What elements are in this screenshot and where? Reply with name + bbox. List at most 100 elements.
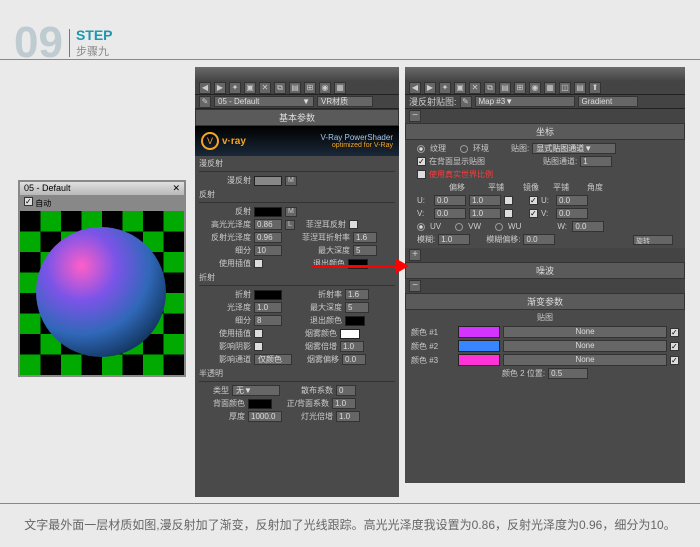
reflect-swatch[interactable] [254, 207, 282, 217]
nav-back-icon[interactable]: ◀ [199, 82, 211, 94]
clear-icon[interactable]: ✕ [259, 82, 271, 94]
gradient-collapse-button[interactable]: − [409, 280, 421, 292]
copy-icon[interactable]: ⧉ [274, 82, 286, 94]
u-tile-spinner[interactable]: 1.0 [469, 195, 501, 206]
trans-type-dropdown[interactable]: 无▼ [232, 385, 280, 396]
reflect-map-button[interactable]: M [285, 207, 297, 217]
m-nav-back-icon[interactable]: ◀ [409, 82, 421, 94]
color2-enable-checkbox[interactable] [670, 342, 679, 351]
affect-alpha-dropdown[interactable]: 仅颜色 [254, 354, 292, 365]
v-angle-spinner[interactable]: 0.0 [556, 208, 588, 219]
u-tile-checkbox[interactable] [529, 196, 538, 205]
color1-enable-checkbox[interactable] [670, 328, 679, 337]
refract-ior-spinner[interactable]: 1.6 [345, 289, 369, 300]
back-swatch[interactable] [248, 399, 272, 409]
fog-swatch[interactable] [340, 329, 360, 339]
u-angle-spinner[interactable]: 0.0 [556, 195, 588, 206]
map-type-dropdown[interactable]: Gradient [578, 96, 638, 107]
texture-radio[interactable] [417, 145, 425, 153]
m-assign-icon[interactable]: ▣ [454, 82, 466, 94]
rotate-button[interactable]: 旋转 [633, 235, 673, 245]
environment-radio[interactable] [460, 145, 468, 153]
m-lib-icon[interactable]: ▤ [574, 82, 586, 94]
color2-map-button[interactable]: None [503, 340, 667, 352]
highlight-gloss-spinner[interactable]: 0.86 [254, 219, 282, 230]
nav-fwd-icon[interactable]: ▶ [214, 82, 226, 94]
m-pick-icon[interactable]: ✦ [439, 82, 451, 94]
u-offset-spinner[interactable]: 0.0 [434, 195, 466, 206]
reflect-subdiv-spinner[interactable]: 10 [254, 245, 282, 256]
realworld-checkbox[interactable] [417, 170, 426, 179]
reflect-depth-spinner[interactable]: 5 [353, 245, 377, 256]
fb-spinner[interactable]: 1.0 [332, 398, 356, 409]
uv-radio[interactable] [417, 223, 425, 231]
color2-swatch[interactable] [458, 340, 500, 352]
refract-exit-swatch[interactable] [345, 316, 365, 326]
hl-lock-button[interactable]: L [285, 220, 295, 230]
vw-radio[interactable] [455, 223, 463, 231]
m-parent-icon[interactable]: ⬆ [589, 82, 601, 94]
coord-collapse-button[interactable]: − [409, 110, 421, 122]
coord-header[interactable]: 坐标 [405, 123, 685, 140]
paste-icon[interactable]: ▤ [289, 82, 301, 94]
reflect-interp-checkbox[interactable] [254, 259, 263, 268]
material-type-dropdown[interactable]: VR材质 [317, 96, 373, 107]
fresnel-ior-spinner[interactable]: 1.6 [353, 232, 377, 243]
color3-enable-checkbox[interactable] [670, 356, 679, 365]
map-channel-spinner[interactable]: 1 [580, 156, 612, 167]
diffuse-swatch[interactable] [254, 176, 282, 186]
map-name-dropdown[interactable]: Map #3▼ [475, 96, 575, 107]
m-clear-icon[interactable]: ✕ [469, 82, 481, 94]
diffuse-map-button[interactable]: M [285, 176, 297, 186]
m-copy-icon[interactable]: ⧉ [484, 82, 496, 94]
blur-offset-spinner[interactable]: 0.0 [523, 234, 555, 245]
material-name-dropdown[interactable]: 05 - Default▼ [214, 96, 314, 107]
affect-shadow-checkbox[interactable] [254, 342, 263, 351]
blur-spinner[interactable]: 1.0 [438, 234, 470, 245]
color1-swatch[interactable] [458, 326, 500, 338]
wu-radio[interactable] [495, 223, 503, 231]
v-tile-spinner[interactable]: 1.0 [469, 208, 501, 219]
refract-subdiv-spinner[interactable]: 8 [254, 315, 282, 326]
refract-depth-spinner[interactable]: 5 [345, 302, 369, 313]
refract-gloss-spinner[interactable]: 1.0 [254, 302, 282, 313]
basic-params-header[interactable]: 基本参数 [195, 109, 399, 126]
scatter-spinner[interactable]: 0 [336, 385, 356, 396]
fog-bias-spinner[interactable]: 0.0 [342, 354, 366, 365]
mapping-dropdown[interactable]: 显式贴图通道▼ [532, 143, 616, 154]
assign-icon[interactable]: ▣ [244, 82, 256, 94]
refract-swatch[interactable] [254, 290, 282, 300]
m-render-icon[interactable]: ▦ [544, 82, 556, 94]
m-dropper-icon[interactable]: ✎ [460, 96, 472, 108]
light-mult-spinner[interactable]: 1.0 [336, 411, 360, 422]
fresnel-checkbox[interactable] [349, 220, 358, 229]
show-icon[interactable]: ◉ [319, 82, 331, 94]
color3-swatch[interactable] [458, 354, 500, 366]
material-preview-viewport[interactable] [20, 211, 184, 375]
dropper-icon[interactable]: ✎ [199, 96, 211, 108]
v-mirror-checkbox[interactable] [504, 209, 513, 218]
w-angle-spinner[interactable]: 0.0 [572, 221, 604, 232]
reflect-gloss-spinner[interactable]: 0.96 [254, 232, 282, 243]
matlib-icon[interactable]: ▦ [334, 82, 346, 94]
v-tile-checkbox[interactable] [529, 209, 538, 218]
color3-map-button[interactable]: None [503, 354, 667, 366]
fog-mult-spinner[interactable]: 1.0 [340, 341, 364, 352]
m-options2-icon[interactable]: ◫ [559, 82, 571, 94]
noise-header[interactable]: 噪波 [405, 262, 685, 279]
m-show-icon[interactable]: ◉ [529, 82, 541, 94]
pick-icon[interactable]: ✦ [229, 82, 241, 94]
m-paste-icon[interactable]: ▤ [499, 82, 511, 94]
m-nav-fwd-icon[interactable]: ▶ [424, 82, 436, 94]
thickness-spinner[interactable]: 1000.0 [248, 411, 282, 422]
v-offset-spinner[interactable]: 0.0 [434, 208, 466, 219]
gradient-header[interactable]: 渐变参数 [405, 293, 685, 310]
color1-map-button[interactable]: None [503, 326, 667, 338]
auto-checkbox[interactable]: 自动 [24, 197, 51, 209]
refract-interp-checkbox[interactable] [254, 329, 263, 338]
u-mirror-checkbox[interactable] [504, 196, 513, 205]
options-icon[interactable]: ⊞ [304, 82, 316, 94]
color2-position-spinner[interactable]: 0.5 [548, 368, 588, 379]
close-icon[interactable]: ✕ [172, 183, 180, 194]
show-backface-checkbox[interactable] [417, 157, 426, 166]
